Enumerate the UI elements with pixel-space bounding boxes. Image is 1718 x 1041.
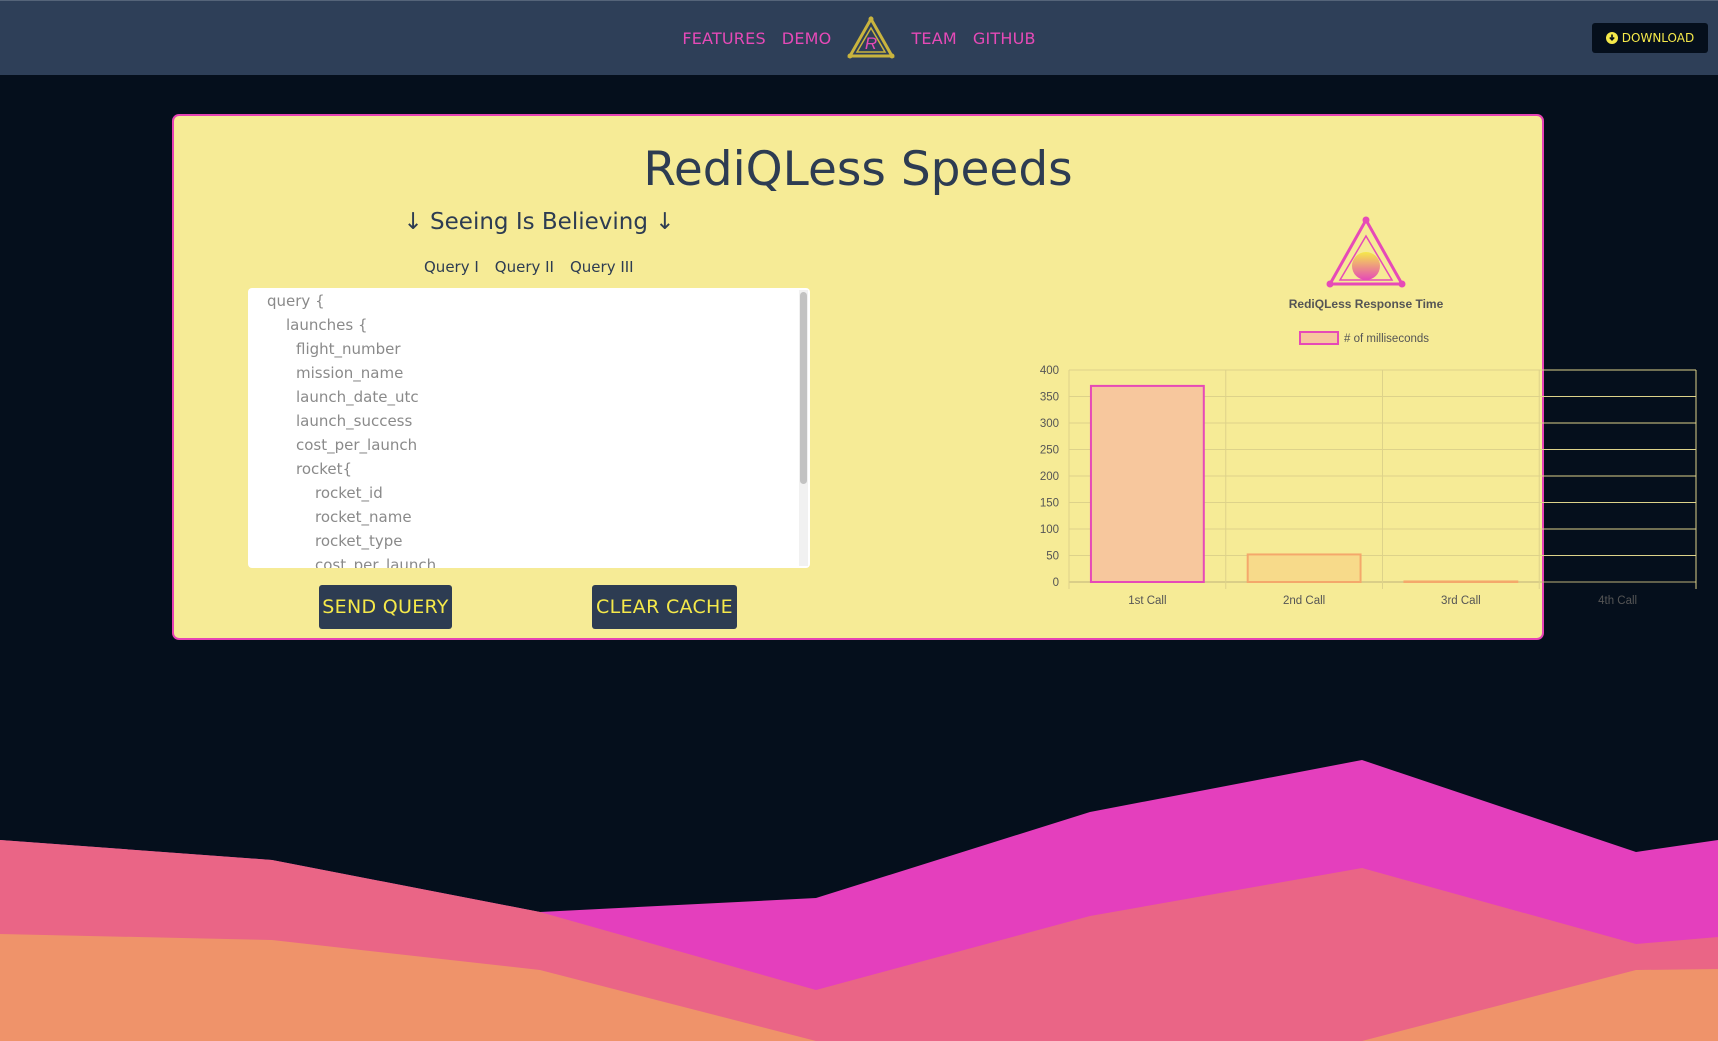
code-line: rocket_name [315, 508, 412, 526]
code-line: query { [267, 292, 325, 310]
tab-query-3[interactable]: Query III [570, 258, 634, 276]
rediqless-logo-icon[interactable]: R [847, 16, 896, 60]
code-line: launch_date_utc [296, 388, 419, 406]
top-navbar: FEATURES DEMO R TEAM GITHUB DOWNLOAD [0, 0, 1718, 75]
x-tick-label: 1st Call [1128, 595, 1166, 607]
nav-team-link[interactable]: TEAM [911, 29, 956, 48]
response-time-chart: RediQLess Response Time # of millisecond… [974, 216, 1718, 636]
y-tick-label: 50 [1046, 551, 1059, 563]
query-tabs: Query I Query II Query III [424, 258, 634, 276]
chart-plot: 0 50 100 150 200 250 300 350 400 1st Call 2nd Call… [1040, 365, 1697, 607]
y-tick-label: 150 [1040, 498, 1059, 510]
tab-query-2[interactable]: Query II [495, 258, 554, 276]
chart-logo-icon [1326, 216, 1406, 288]
y-tick-label: 0 [1053, 577, 1059, 589]
legend-label: # of milliseconds [1344, 333, 1429, 345]
subtitle: ↓ Seeing Is Believing ↓ [403, 209, 675, 235]
nav-github-link[interactable]: GITHUB [973, 29, 1036, 48]
chart-bar [1403, 580, 1519, 584]
code-line: flight_number [296, 340, 401, 358]
send-query-button[interactable]: SEND QUERY [319, 585, 452, 629]
y-tick-label: 350 [1040, 392, 1059, 404]
nav-demo-link[interactable]: DEMO [782, 29, 832, 48]
code-line: launches { [286, 316, 368, 334]
y-tick-label: 250 [1040, 445, 1059, 457]
code-line: cost_per_launch [315, 556, 437, 568]
chart-title: RediQLess Response Time [1289, 297, 1444, 311]
code-line: launch_success [296, 412, 413, 430]
nav-features-link[interactable]: FEATURES [682, 29, 765, 48]
logo-letter: R [865, 34, 877, 53]
y-tick-label: 400 [1040, 365, 1059, 377]
editor-scrollbar[interactable] [799, 290, 808, 566]
y-tick-label: 200 [1040, 471, 1059, 483]
code-line: mission_name [296, 364, 404, 382]
download-button[interactable]: DOWNLOAD [1592, 23, 1708, 53]
code-line: cost_per_launch [296, 436, 418, 454]
query-editor[interactable]: query { launches { flight_number mission… [248, 288, 810, 568]
x-tick-label: 2nd Call [1283, 595, 1325, 607]
y-tick-label: 100 [1040, 524, 1059, 536]
chart-bar [1246, 553, 1362, 584]
code-line: rocket_id [315, 484, 383, 502]
chart-bar [1089, 384, 1205, 583]
y-tick-label: 300 [1040, 418, 1059, 430]
legend-swatch [1299, 331, 1339, 345]
download-circle-icon [1605, 32, 1618, 44]
code-line: rocket_type [315, 532, 403, 550]
x-tick-label: 4th Call [1598, 595, 1637, 607]
speeds-demo-card: RediQLess Speeds ↓ Seeing Is Believing ↓… [172, 114, 1697, 640]
chart-svg: RediQLess Response Time # of millisecond… [1040, 216, 1697, 607]
code-line: rocket{ [296, 460, 353, 478]
tab-query-1[interactable]: Query I [424, 258, 479, 276]
scrollbar-thumb[interactable] [800, 292, 807, 484]
x-tick-label: 3rd Call [1441, 595, 1481, 607]
page-title: RediQLess Speeds [643, 142, 1073, 197]
nav-links: FEATURES DEMO R TEAM GITHUB [0, 1, 1718, 75]
clear-cache-button[interactable]: CLEAR CACHE [592, 585, 737, 629]
decorative-hills [0, 760, 1718, 1041]
download-label: DOWNLOAD [1621, 31, 1695, 45]
